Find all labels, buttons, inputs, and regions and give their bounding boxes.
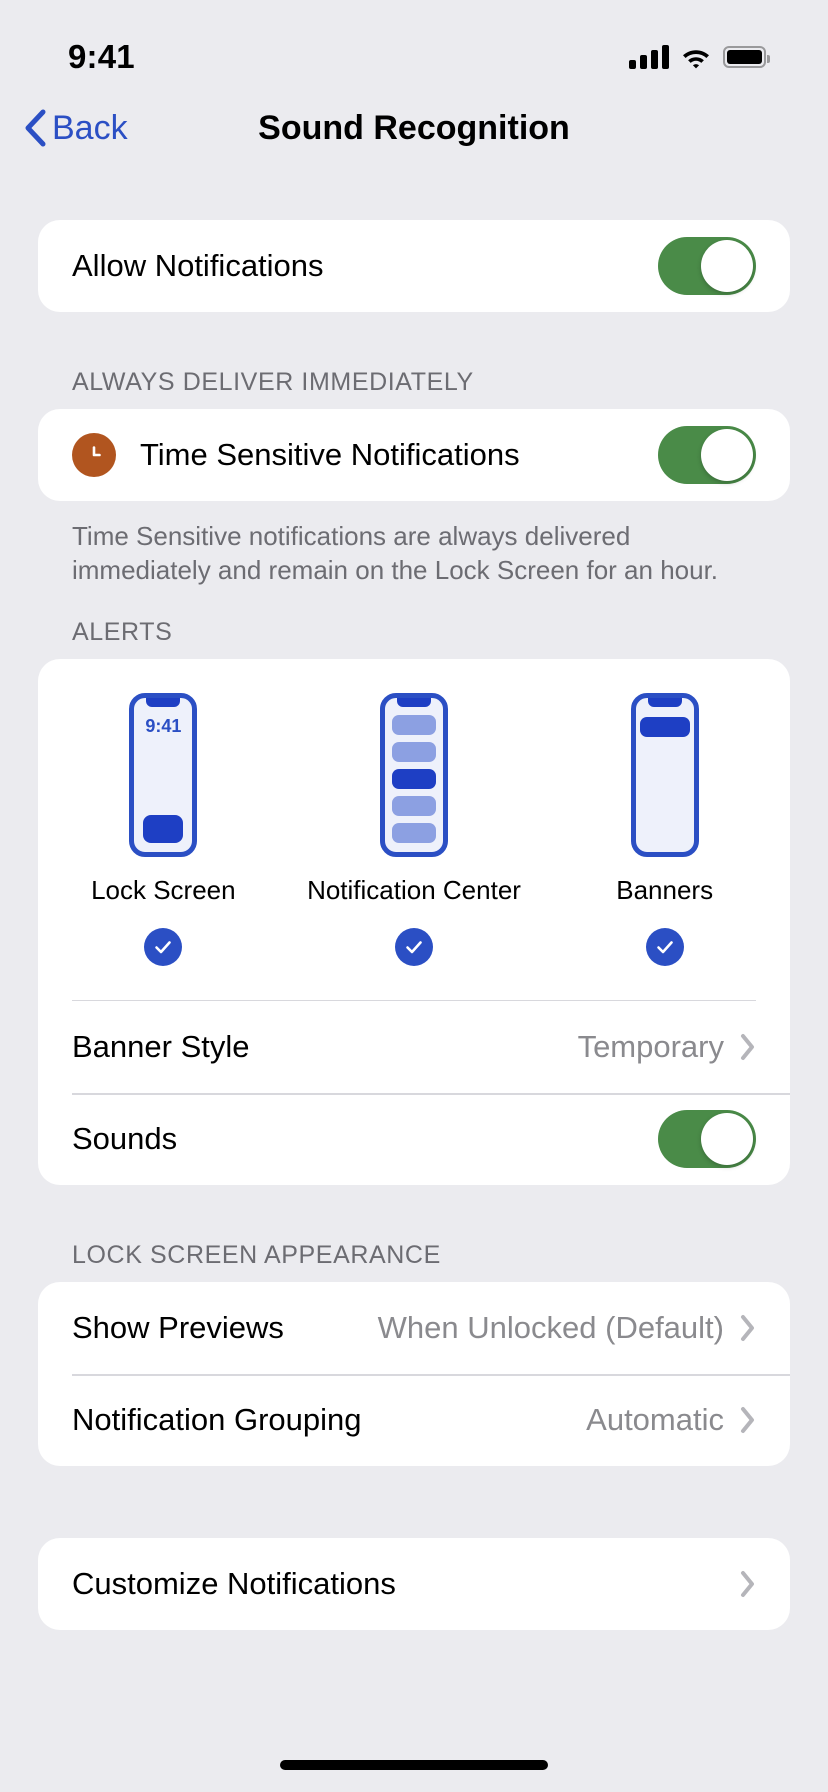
back-button[interactable]: Back bbox=[24, 109, 128, 148]
row-allow-notifications[interactable]: Allow Notifications bbox=[38, 220, 790, 312]
time-sensitive-toggle[interactable] bbox=[658, 426, 756, 484]
check-icon bbox=[406, 940, 422, 953]
allow-notifications-group: Allow Notifications bbox=[38, 220, 790, 312]
notification-center-checkbox[interactable] bbox=[395, 927, 433, 966]
sounds-toggle[interactable] bbox=[658, 1110, 756, 1169]
alerts-header: ALERTS bbox=[72, 617, 173, 646]
navigation-bar: Back Sound Recognition bbox=[0, 92, 828, 164]
settings-screen: 9:41 Back Sound Recognition Allow Notifi… bbox=[0, 0, 828, 1792]
chevron-right-icon bbox=[740, 1570, 756, 1598]
banner-style-label: Banner Style bbox=[72, 1029, 250, 1065]
alert-option-lock-screen[interactable]: 9:41 Lock Screen bbox=[38, 692, 289, 966]
chevron-right-icon bbox=[740, 1406, 756, 1434]
alert-option-label: Lock Screen bbox=[91, 874, 236, 905]
phone-preview-time: 9:41 bbox=[145, 715, 182, 736]
home-indicator bbox=[280, 1760, 548, 1770]
alert-option-banners[interactable]: Banners bbox=[539, 692, 790, 966]
row-notification-grouping[interactable]: Notification Grouping Automatic bbox=[38, 1374, 790, 1466]
clock-icon bbox=[72, 433, 116, 477]
always-deliver-header: ALWAYS DELIVER IMMEDIATELY bbox=[72, 368, 474, 396]
banners-phone-icon bbox=[630, 692, 699, 857]
row-banner-style[interactable]: Banner Style Temporary bbox=[38, 1001, 790, 1093]
status-bar: 9:41 bbox=[0, 0, 828, 92]
row-time-sensitive[interactable]: Time Sensitive Notifications bbox=[38, 409, 790, 501]
allow-notifications-toggle[interactable] bbox=[658, 237, 756, 295]
sounds-label: Sounds bbox=[72, 1121, 178, 1157]
show-previews-label: Show Previews bbox=[72, 1310, 284, 1346]
customize-notifications-group: Customize Notifications bbox=[38, 1538, 790, 1631]
customize-notifications-label: Customize Notifications bbox=[72, 1566, 396, 1602]
time-sensitive-label: Time Sensitive Notifications bbox=[140, 437, 520, 472]
show-previews-value: When Unlocked (Default) bbox=[377, 1310, 724, 1346]
lock-screen-phone-icon: 9:41 bbox=[129, 692, 198, 857]
lock-screen-appearance-header: LOCK SCREEN APPEARANCE bbox=[72, 1241, 441, 1270]
alerts-group: 9:41 Lock Screen Notification Center Ban… bbox=[38, 658, 790, 1186]
row-sounds[interactable]: Sounds bbox=[38, 1093, 790, 1185]
alert-option-label: Banners bbox=[616, 874, 714, 905]
notification-center-phone-icon bbox=[380, 692, 448, 857]
alert-style-previews: 9:41 Lock Screen Notification Center Ban… bbox=[38, 659, 790, 976]
signal-bars-icon bbox=[629, 45, 669, 69]
status-bar-indicators bbox=[629, 45, 770, 69]
chevron-left-icon bbox=[25, 109, 46, 147]
time-sensitive-group: Time Sensitive Notifications bbox=[38, 409, 790, 501]
alert-option-notification-center[interactable]: Notification Center bbox=[289, 692, 540, 966]
banner-style-value: Temporary bbox=[577, 1029, 724, 1065]
wifi-icon bbox=[683, 49, 709, 68]
time-sensitive-footer: Time Sensitive notifications are always … bbox=[72, 521, 719, 586]
alert-option-label: Notification Center bbox=[307, 874, 521, 905]
chevron-right-icon bbox=[740, 1314, 756, 1342]
banners-checkbox[interactable] bbox=[645, 927, 684, 966]
chevron-right-icon bbox=[740, 1033, 756, 1061]
lock-screen-appearance-group: Show Previews When Unlocked (Default) No… bbox=[38, 1282, 790, 1467]
check-icon bbox=[656, 940, 673, 953]
notification-grouping-label: Notification Grouping bbox=[72, 1402, 362, 1438]
back-button-label: Back bbox=[52, 108, 128, 147]
status-bar-time: 9:41 bbox=[68, 38, 135, 75]
allow-notifications-label: Allow Notifications bbox=[72, 248, 324, 283]
row-show-previews[interactable]: Show Previews When Unlocked (Default) bbox=[38, 1282, 790, 1374]
lock-screen-checkbox[interactable] bbox=[144, 927, 183, 966]
battery-icon bbox=[723, 46, 770, 68]
row-customize-notifications[interactable]: Customize Notifications bbox=[38, 1538, 790, 1630]
check-icon bbox=[155, 940, 172, 953]
notification-grouping-value: Automatic bbox=[586, 1402, 724, 1438]
settings-content: Allow Notifications ALWAYS DELIVER IMMED… bbox=[0, 164, 828, 1792]
